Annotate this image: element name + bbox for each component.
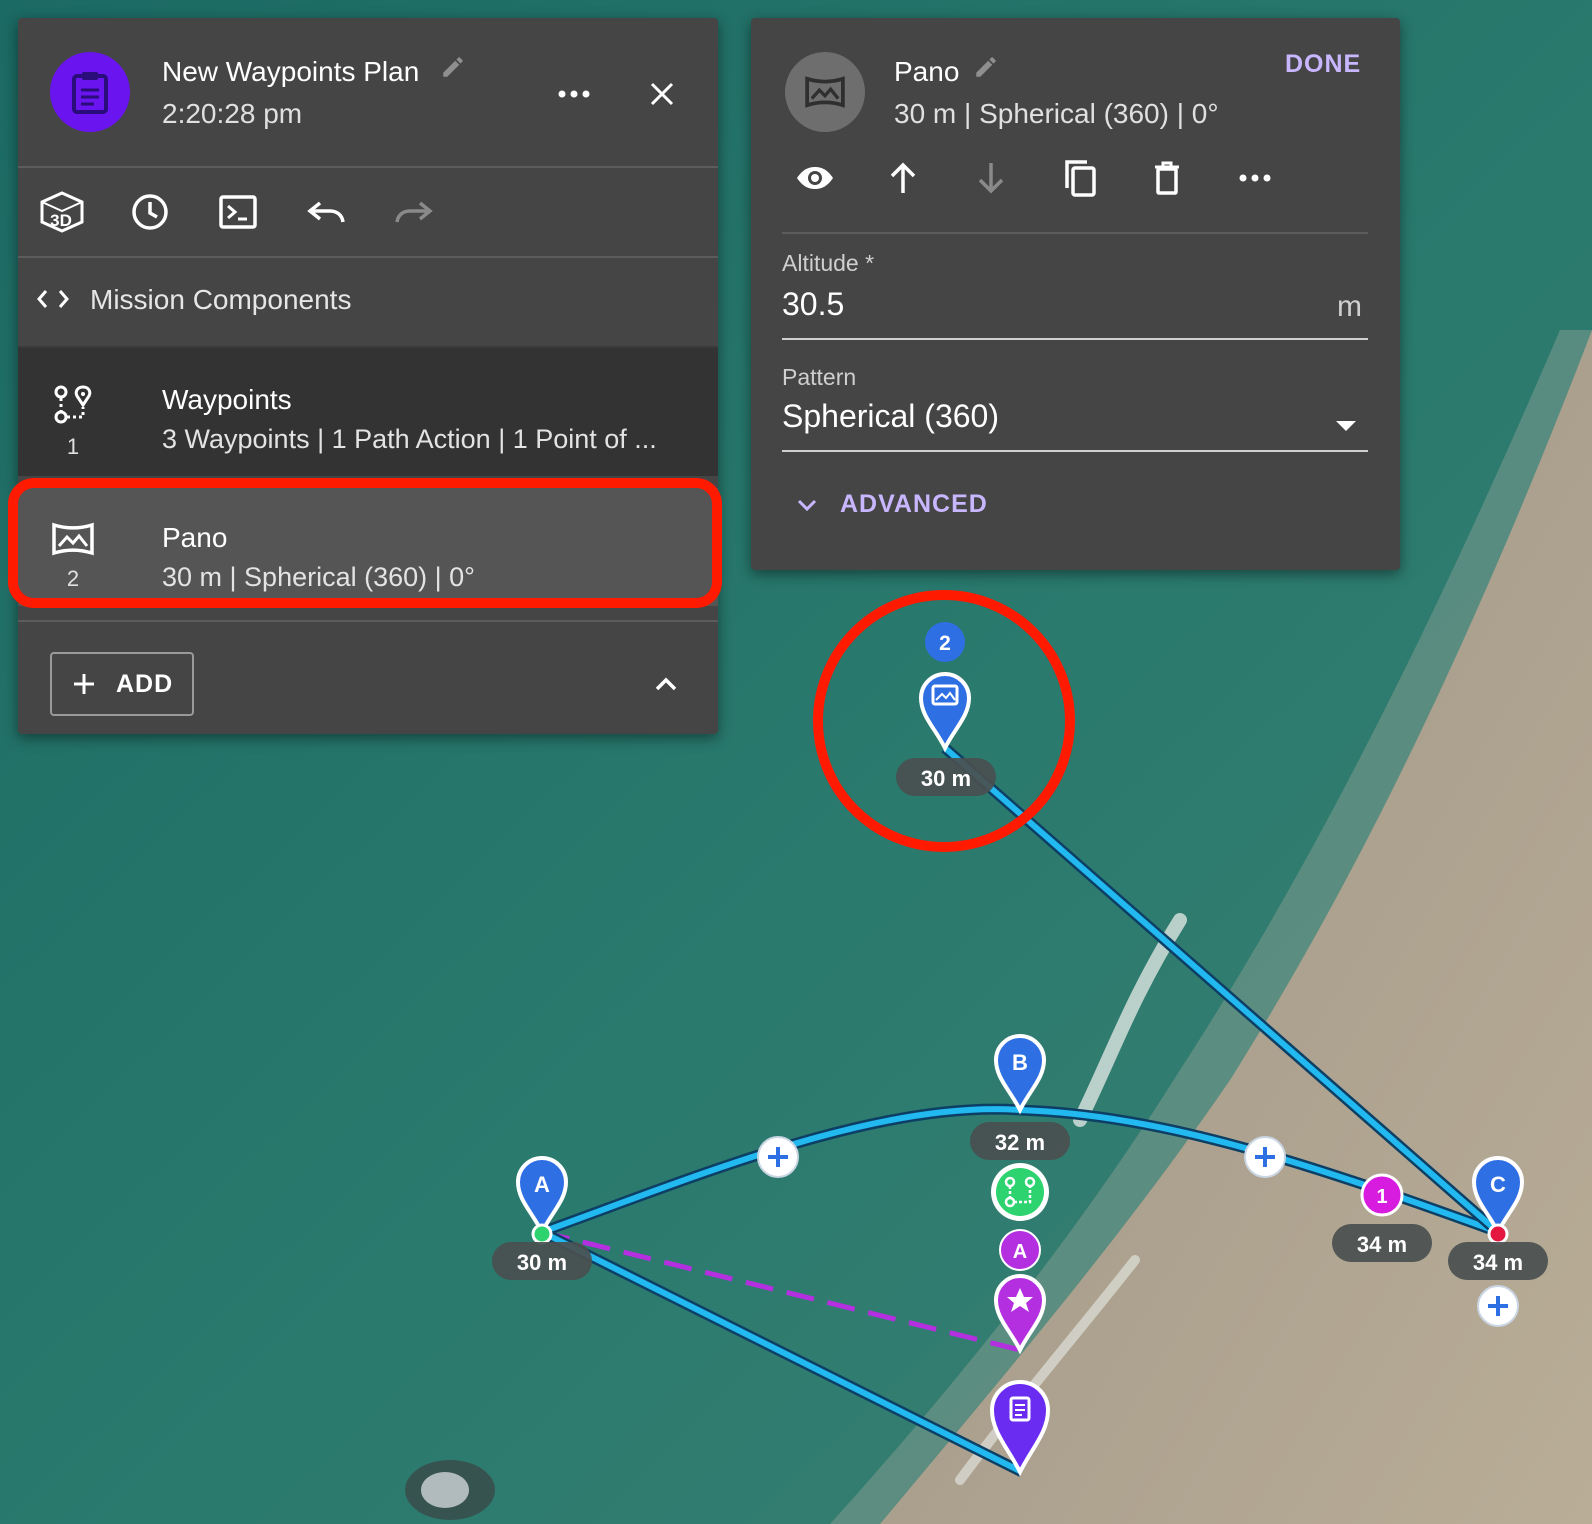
waypoint-letter: A <box>534 1172 550 1197</box>
altitude-label: Altitude * <box>782 250 875 276</box>
advanced-label: ADVANCED <box>840 490 988 518</box>
delete-button[interactable] <box>1143 154 1191 202</box>
selected-component-highlight <box>8 478 722 608</box>
waypoints-route-icon <box>48 380 98 430</box>
terminal-button[interactable] <box>214 188 262 236</box>
path-action-marker[interactable]: 1 <box>1360 1173 1404 1217</box>
mission-plan-panel: New Waypoints Plan 2:20:28 pm 3D Mission… <box>18 18 718 734</box>
plus-icon <box>74 674 94 694</box>
altitude-text: 32 m <box>995 1130 1045 1155</box>
waypoint-c-altitude-label: 34 m <box>1448 1242 1548 1280</box>
3d-view-icon: 3D <box>40 191 84 233</box>
add-label: ADD <box>116 669 174 698</box>
chevron-down-icon <box>797 499 817 512</box>
undo-icon <box>307 201 345 223</box>
poi-badge: A <box>999 1229 1041 1271</box>
divider <box>782 232 1368 234</box>
collapse-button[interactable] <box>646 664 686 704</box>
toggle-visibility-button[interactable] <box>791 154 839 202</box>
duplicate-icon <box>1065 160 1096 197</box>
component-item-waypoints[interactable]: 1 Waypoints 3 Waypoints | 1 Path Action … <box>18 348 718 476</box>
rock <box>421 1472 469 1508</box>
dropdown-arrow-icon[interactable] <box>1335 420 1357 432</box>
divider <box>18 620 718 622</box>
pano-avatar <box>785 52 865 132</box>
svg-text:34 m: 34 m <box>1473 1250 1523 1275</box>
add-waypoint-button[interactable] <box>1244 1136 1286 1178</box>
mission-components-label: Mission Components <box>90 284 352 315</box>
divider <box>18 166 718 168</box>
duplicate-button[interactable] <box>1055 154 1103 202</box>
pano-title: Pano <box>894 56 960 87</box>
undo-button[interactable] <box>302 188 350 236</box>
path-action-altitude-label: 34 m <box>1332 1224 1432 1262</box>
pattern-label: Pattern <box>782 364 857 390</box>
clipboard-icon <box>72 72 108 114</box>
redo-button[interactable] <box>390 188 438 236</box>
code-icon <box>37 290 69 308</box>
altitude-underline <box>782 338 1368 340</box>
more-actions-button[interactable] <box>1231 154 1279 202</box>
history-button[interactable] <box>126 188 174 236</box>
altitude-text: 30 m <box>517 1250 567 1275</box>
plan-header: New Waypoints Plan 2:20:28 pm <box>18 18 718 166</box>
panorama-icon <box>805 76 845 108</box>
pano-marker-highlight <box>813 590 1075 852</box>
svg-text:A: A <box>1013 1241 1027 1263</box>
waypoints-group-icon[interactable] <box>991 1163 1049 1221</box>
more-options-button[interactable] <box>550 74 598 114</box>
pano-subtitle: 30 m | Spherical (360) | 0° <box>894 98 1219 129</box>
3d-view-button[interactable]: 3D <box>38 188 86 236</box>
svg-text:3D: 3D <box>50 211 72 230</box>
pattern-value[interactable]: Spherical (360) <box>782 398 999 435</box>
svg-text:1: 1 <box>1376 1186 1387 1208</box>
svg-text:34 m: 34 m <box>1357 1232 1407 1257</box>
altitude-unit: m <box>1337 290 1362 323</box>
pattern-underline <box>782 450 1368 452</box>
component-index: 1 <box>66 434 80 459</box>
pano-detail-panel: Pano 30 m | Spherical (360) | 0° DONE Al… <box>751 18 1400 570</box>
history-icon <box>132 194 168 230</box>
add-waypoint-button[interactable] <box>757 1136 799 1178</box>
done-button[interactable]: DONE <box>1285 50 1361 79</box>
move-down-button[interactable] <box>967 154 1015 202</box>
advanced-toggle[interactable]: ADVANCED <box>782 484 1042 528</box>
waypoint-a-altitude-label: 30 m <box>492 1242 592 1280</box>
mission-components-header[interactable]: Mission Components <box>18 258 718 346</box>
waypoint-b-altitude-label: 32 m <box>970 1122 1070 1160</box>
close-icon <box>650 82 674 106</box>
edit-title-button[interactable] <box>436 50 470 84</box>
chevron-up-icon <box>655 677 677 691</box>
component-subtitle: 3 Waypoints | 1 Path Action | 1 Point of… <box>162 424 657 454</box>
plan-title: New Waypoints Plan <box>162 56 420 87</box>
waypoint-letter: C <box>1490 1172 1506 1197</box>
move-up-icon <box>890 162 916 193</box>
altitude-input[interactable]: 30.5 <box>782 286 844 323</box>
add-waypoint-button[interactable] <box>1477 1285 1519 1327</box>
pencil-icon <box>443 57 463 77</box>
delete-icon <box>1155 161 1179 195</box>
plan-time: 2:20:28 pm <box>162 98 303 129</box>
component-title: Waypoints <box>162 384 292 415</box>
visibility-icon <box>797 167 833 189</box>
redo-icon <box>395 201 433 223</box>
more-icon <box>558 90 590 98</box>
waypoint-letter: B <box>1012 1050 1028 1075</box>
terminal-icon <box>219 195 257 229</box>
move-down-icon <box>978 163 1004 194</box>
close-button[interactable] <box>640 72 684 116</box>
more-icon <box>1239 174 1271 182</box>
edit-name-button[interactable] <box>969 50 1003 84</box>
pencil-icon <box>976 57 996 77</box>
move-up-button[interactable] <box>879 154 927 202</box>
add-component-button[interactable]: ADD <box>50 652 194 716</box>
plan-avatar <box>50 52 130 132</box>
